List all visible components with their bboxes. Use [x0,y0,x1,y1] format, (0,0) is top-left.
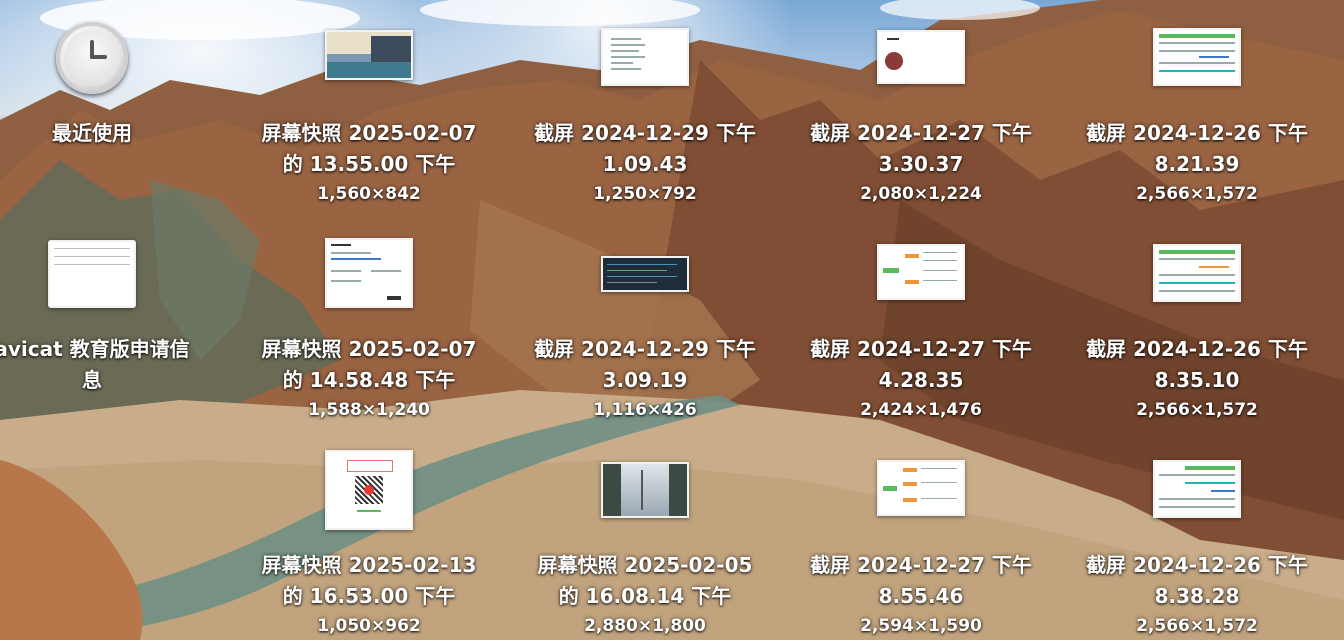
icon-label: 截屏 2024-12-29 下午 [534,337,756,361]
icon-label: 3.09.19 [602,368,688,392]
icon-label: 最近使用 [52,121,132,145]
image-dimensions: 2,880×1,800 [584,616,706,636]
image-thumbnail [601,28,689,86]
image-thumbnail [1153,28,1241,86]
icon-label: 8.21.39 [1154,152,1240,176]
image-thumbnail [601,462,689,518]
icon-label: avicat 教育版申请信 [0,337,190,361]
image-dimensions: 1,560×842 [317,184,421,204]
icon-label: 截屏 2024-12-26 下午 [1086,553,1308,577]
icon-label: 息 [82,368,102,392]
icon-label: 4.28.35 [878,368,964,392]
image-thumbnail [601,256,689,292]
icon-label: 的 16.08.14 下午 [558,584,732,608]
icon-label: 截屏 2024-12-29 下午 [534,121,756,145]
icon-label: 8.35.10 [1154,368,1240,392]
icon-label: 的 14.58.48 下午 [282,368,456,392]
icon-label: 截屏 2024-12-26 下午 [1086,337,1308,361]
image-dimensions: 1,250×792 [593,184,697,204]
image-dimensions: 2,566×1,572 [1136,184,1258,204]
icon-label: 截屏 2024-12-27 下午 [810,553,1032,577]
icon-label: 屏幕快照 2025-02-13 [261,553,477,577]
image-thumbnail [877,244,965,300]
image-dimensions: 1,116×426 [593,400,697,420]
image-thumbnail [1153,244,1241,302]
icon-label: 3.30.37 [878,152,964,176]
image-dimensions: 2,566×1,572 [1136,400,1258,420]
image-dimensions: 2,594×1,590 [860,616,982,636]
icon-label: 的 13.55.00 下午 [282,152,456,176]
image-thumbnail [325,30,413,80]
image-dimensions: 2,424×1,476 [860,400,982,420]
image-thumbnail [877,30,965,84]
image-thumbnail [325,238,413,308]
image-dimensions: 1,050×962 [317,616,421,636]
wallpaper [0,0,1344,640]
clock-icon [56,22,128,94]
icon-label: 1.09.43 [602,152,688,176]
icon-label: 8.55.46 [878,584,964,608]
image-dimensions: 1,588×1,240 [308,400,430,420]
image-thumbnail [325,450,413,530]
icon-label: 8.38.28 [1154,584,1240,608]
icon-label: 截屏 2024-12-26 下午 [1086,121,1308,145]
document-icon [48,240,136,308]
icon-label: 截屏 2024-12-27 下午 [810,121,1032,145]
icon-label: 屏幕快照 2025-02-07 [261,337,477,361]
icon-label: 屏幕快照 2025-02-05 [537,553,753,577]
icon-label: 截屏 2024-12-27 下午 [810,337,1032,361]
image-dimensions: 2,566×1,572 [1136,616,1258,636]
image-thumbnail [877,460,965,516]
image-dimensions: 2,080×1,224 [860,184,982,204]
icon-label: 的 16.53.00 下午 [282,584,456,608]
desktop: 最近使用 屏幕快照 2025-02-07 的 13.55.00 下午 1,560… [0,0,1344,640]
image-thumbnail [1153,460,1241,518]
icon-label: 屏幕快照 2025-02-07 [261,121,477,145]
